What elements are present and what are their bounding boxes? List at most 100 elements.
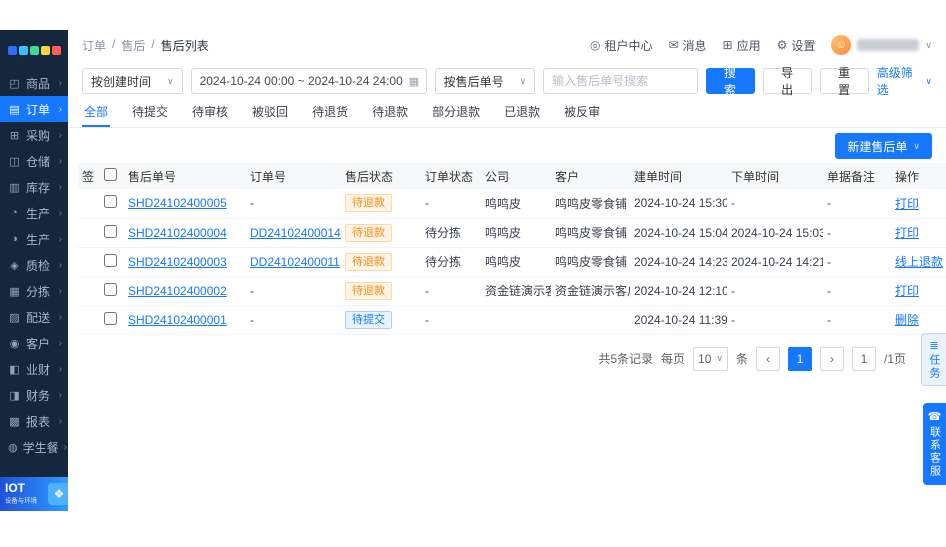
col-after-sale-no: 售后单号 <box>124 163 246 189</box>
after-sale-table: 签 售后单号 订单号 售后状态 订单状态 公司 客户 建单时间 下单时间 单据备… <box>78 163 946 335</box>
per-page-select[interactable]: 10 ∨ <box>693 346 728 371</box>
inventory-icon: ▥ <box>9 181 20 194</box>
expand-cell <box>78 247 100 277</box>
sidebar-item-finance[interactable]: ◨ 财务 › <box>0 382 68 408</box>
page-1-button[interactable]: 1 <box>787 346 812 371</box>
table-toolbar: 新建售后单 ∨ <box>68 128 946 163</box>
contact-support-fab[interactable]: ☎ 联系客服 <box>923 403 946 485</box>
print-link[interactable]: 打印 <box>895 197 919 211</box>
sidebar-item-delivery[interactable]: ▨ 配送 › <box>0 304 68 330</box>
after-sale-no-link[interactable]: SHD24102400001 <box>128 313 227 327</box>
export-button[interactable]: 导出 <box>762 66 812 97</box>
row-checkbox[interactable] <box>104 253 117 267</box>
user-menu[interactable]: ☺ ∨ <box>831 35 932 55</box>
search-field-select[interactable]: 按售后单号 ∨ <box>434 68 536 94</box>
online-refund-link[interactable]: 线上退款 <box>895 255 943 269</box>
cell-created-at: 2024-10-24 15:30 <box>630 189 727 219</box>
breadcrumb-separator: / <box>151 36 155 51</box>
sorting-icon: ▦ <box>9 285 20 298</box>
sidebar-item-purchase[interactable]: ⊞ 采购 › <box>0 122 68 148</box>
search-input[interactable] <box>552 74 689 88</box>
delete-link[interactable]: 删除 <box>895 313 919 327</box>
tab-pending-submit[interactable]: 待提交 <box>130 103 170 127</box>
row-checkbox[interactable] <box>104 282 117 296</box>
order-no-link[interactable]: DD24102400014 <box>250 226 341 240</box>
tab-pending-refund[interactable]: 待退款 <box>370 103 410 127</box>
select-all-checkbox[interactable] <box>104 168 117 181</box>
jump-page-input[interactable]: 1 <box>851 346 876 371</box>
apps-button[interactable]: ⊞ 应用 <box>723 37 761 54</box>
cell-created-at: 2024-10-24 15:04 <box>630 218 727 248</box>
iot-subtitle: 设备与环境 <box>5 496 37 505</box>
cell-after-sale-status: 待退款 <box>341 218 421 248</box>
print-link[interactable]: 打印 <box>895 284 919 298</box>
finance-icon: ◨ <box>9 389 20 402</box>
tab-refunded[interactable]: 已退款 <box>502 103 542 127</box>
new-after-sale-button[interactable]: 新建售后单 ∨ <box>835 133 932 159</box>
reset-button[interactable]: 重置 <box>819 66 869 97</box>
breadcrumb-item[interactable]: 售后 <box>121 37 145 54</box>
advanced-filter-link[interactable]: 高级筛选 ∨ <box>877 64 932 98</box>
tasks-fab[interactable]: ≣ 任务 <box>921 333 946 386</box>
chevron-right-icon: › <box>58 77 62 89</box>
search-button[interactable]: 搜索 <box>705 66 755 97</box>
time-field-select[interactable]: 按创建时间 ∨ <box>82 68 183 94</box>
logo-square <box>29 45 39 55</box>
sidebar-item-warehouse[interactable]: ◫ 仓储 › <box>0 148 68 174</box>
sidebar-item-orders[interactable]: ▤ 订单 › <box>0 96 68 122</box>
sidebar-item-quality-check[interactable]: ◈ 质检 › <box>0 252 68 278</box>
after-sale-no-link[interactable]: SHD24102400003 <box>128 255 227 269</box>
breadcrumb-item[interactable]: 订单 <box>82 37 106 54</box>
cell-ordered-at: - <box>727 189 823 219</box>
expand-cell <box>78 218 100 248</box>
sidebar-bottom-brand[interactable]: IOT 设备与环境 ❖ <box>0 477 70 511</box>
row-checkbox[interactable] <box>104 311 117 325</box>
chevron-right-icon: › <box>58 207 62 219</box>
status-badge: 待提交 <box>345 310 392 329</box>
sidebar-item-sorting[interactable]: ▦ 分拣 › <box>0 278 68 304</box>
sidebar-item-production-2[interactable]: ◑ 生产 › <box>0 226 68 252</box>
messages-button[interactable]: ✉ 消息 <box>668 37 706 54</box>
app-window: ◰ 商品 › ▤ 订单 › ⊞ 采购 › ◫ 仓储 › ▥ 库存 › ◔ 生产 › ◑ 生产 › ◈ 质检 › … <box>0 30 946 511</box>
sidebar-item-inventory[interactable]: ▥ 库存 › <box>0 174 68 200</box>
chevron-right-icon: › <box>58 415 62 427</box>
tab-review-reversed[interactable]: 被反审 <box>562 103 602 127</box>
print-link[interactable]: 打印 <box>895 226 919 240</box>
prev-page-button[interactable]: ‹ <box>755 346 780 371</box>
sidebar-item-label: 库存 <box>26 180 51 195</box>
sidebar-item-production[interactable]: ◔ 生产 › <box>0 200 68 226</box>
settings-button[interactable]: ⚙ 设置 <box>777 37 816 54</box>
logo-square <box>18 45 28 55</box>
status-tabs: 全部 待提交 待审核 被驳回 待退货 待退款 部分退款 已退款 被反审 <box>68 102 946 128</box>
tab-all[interactable]: 全部 <box>82 103 111 127</box>
tasks-label: 任务 <box>928 354 940 380</box>
sidebar-item-reports[interactable]: ▩ 报表 › <box>0 408 68 434</box>
tab-rejected[interactable]: 被驳回 <box>250 103 290 127</box>
sidebar-item-student-meals[interactable]: ◍ 学生餐 › <box>0 434 68 460</box>
order-no-link[interactable]: DD24102400011 <box>250 255 340 269</box>
cell-customer: 鸣鸣皮零食铺 <box>551 189 630 219</box>
after-sale-no-link[interactable]: SHD24102400002 <box>128 284 227 298</box>
sidebar-item-business-finance[interactable]: ◧ 业财 › <box>0 356 68 382</box>
products-icon: ◰ <box>9 77 20 90</box>
chevron-right-icon: › <box>58 259 62 271</box>
cell-after-sale-status: 待退款 <box>341 189 421 219</box>
sidebar-item-customers[interactable]: ◉ 客户 › <box>0 330 68 356</box>
row-checkbox[interactable] <box>104 195 117 209</box>
sidebar-item-products[interactable]: ◰ 商品 › <box>0 70 68 96</box>
after-sale-no-link[interactable]: SHD24102400004 <box>128 226 227 240</box>
after-sale-no-link[interactable]: SHD24102400005 <box>128 196 227 210</box>
tab-pending-return[interactable]: 待退货 <box>310 103 350 127</box>
corner-header: 签 <box>78 163 100 189</box>
sidebar-item-label: 分拣 <box>26 284 51 299</box>
next-page-button[interactable]: › <box>819 346 844 371</box>
tab-pending-review[interactable]: 待审核 <box>190 103 230 127</box>
sidebar-item-label: 业财 <box>26 362 51 377</box>
sidebar-item-label: 客户 <box>26 336 51 351</box>
calendar-icon: ▦ <box>408 75 420 88</box>
row-checkbox[interactable] <box>104 224 117 238</box>
date-range-picker[interactable]: 2024-10-24 00:00 ~ 2024-10-24 24:00 ▦ <box>190 68 427 94</box>
tab-partial-refund[interactable]: 部分退款 <box>430 103 482 127</box>
tenant-center-button[interactable]: ◎ 租户中心 <box>590 37 653 54</box>
table-header-row: 签 售后单号 订单号 售后状态 订单状态 公司 客户 建单时间 下单时间 单据备… <box>78 163 946 189</box>
